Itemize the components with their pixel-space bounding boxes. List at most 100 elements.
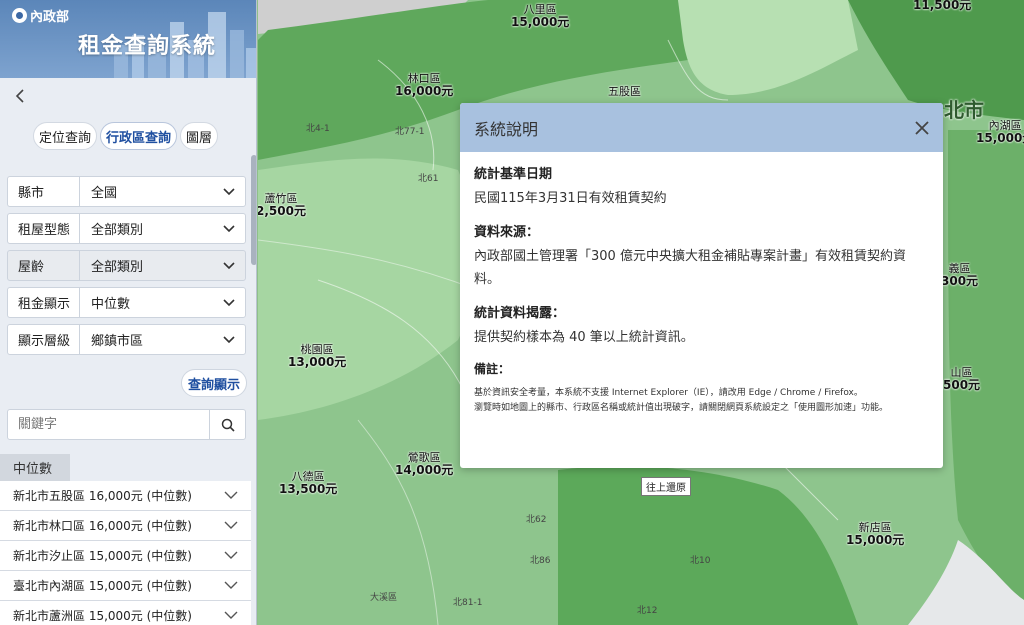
- chevron-down-icon: [223, 222, 245, 236]
- chevron-down-icon: [223, 259, 245, 273]
- chevron-down-icon: [224, 551, 238, 559]
- district-label[interactable]: 11,500元: [913, 0, 971, 12]
- emblem-icon: [12, 8, 27, 23]
- road-label: 大溪區: [370, 593, 398, 603]
- chevron-down-icon: [224, 491, 238, 499]
- district-label[interactable]: 鶯歌區 14,000元: [395, 451, 453, 477]
- filter-label: 縣市: [8, 177, 80, 206]
- search-button[interactable]: [209, 410, 245, 439]
- district-label[interactable]: 新店區 15,000元: [846, 521, 904, 547]
- query-display-button[interactable]: 查詢顯示: [181, 369, 248, 397]
- district-label[interactable]: 八德區 13,500元: [279, 470, 337, 496]
- district-name: 五股區: [608, 85, 641, 98]
- road-label: 北86: [530, 556, 551, 566]
- filter-value: 全部類別: [91, 260, 144, 275]
- filter-label: 顯示層級: [8, 325, 80, 354]
- road-label: 北62: [526, 515, 547, 525]
- list-item[interactable]: 新北市蘆洲區 15,000元 (中位數): [0, 601, 251, 625]
- search-icon: [221, 418, 235, 432]
- results-header: 中位數: [0, 454, 70, 481]
- filter-value: 中位數: [91, 297, 131, 312]
- logo-text: 內政部: [30, 10, 70, 25]
- section-text: 提供契約樣本為 40 筆以上統計資訊。: [474, 330, 694, 345]
- city-label: 北市: [944, 98, 984, 122]
- chevron-down-icon: [224, 611, 238, 619]
- district-label[interactable]: 林口區 16,000元: [395, 72, 453, 98]
- tab-layers[interactable]: 圖層: [180, 122, 219, 150]
- filter-label: 租金顯示: [8, 288, 80, 317]
- chevron-down-icon: [223, 296, 245, 310]
- district-price: 15,000元: [846, 533, 905, 547]
- keyword-input[interactable]: [8, 410, 209, 439]
- tab-district-query[interactable]: 行政區查詢: [100, 122, 178, 150]
- district-price: 13,500元: [279, 482, 338, 496]
- filter-rental-type[interactable]: 租屋型態 全部類別: [7, 213, 246, 244]
- district-price: 14,000元: [395, 463, 454, 477]
- dialog-body: 統計基準日期 民國115年3月31日有效租賃契約 資料來源： 內政部國土管理署「…: [460, 152, 943, 427]
- district-label[interactable]: 蘆竹區 2,500元: [258, 192, 306, 218]
- list-item[interactable]: 新北市林口區 16,000元 (中位數): [0, 511, 251, 541]
- filter-value: 鄉鎮市區: [91, 334, 144, 349]
- list-item[interactable]: 新北市五股區 16,000元 (中位數): [0, 481, 251, 511]
- note-title: 備註：: [474, 362, 511, 376]
- district-label[interactable]: 八里區 15,000元: [511, 3, 569, 29]
- section-text: 內政部國土管理署「300 億元中央擴大租金補貼專案計畫」有效租賃契約資料。: [474, 249, 906, 287]
- list-item[interactable]: 新北市汐止區 15,000元 (中位數): [0, 541, 251, 571]
- app-title: 租金查詢系統: [78, 34, 217, 59]
- query-mode-tabs: 定位查詢 行政區查詢 圖層: [33, 122, 219, 150]
- road-label: 北12: [637, 606, 658, 616]
- keyword-search: [7, 409, 246, 440]
- close-icon[interactable]: [913, 119, 931, 137]
- dialog-title: 系統說明: [474, 119, 539, 139]
- road-label: 北10: [690, 556, 711, 566]
- section-text: 民國115年3月31日有效租賃契約: [474, 191, 667, 206]
- district-label[interactable]: 山區 500元: [943, 366, 980, 392]
- ministry-logo: 內政部: [12, 6, 69, 25]
- district-price: 15,000元: [511, 15, 570, 29]
- chevron-down-icon: [224, 521, 238, 529]
- road-label: 北61: [418, 174, 439, 184]
- note-text: 基於資訊安全考量，本系統不支援 Internet Explorer（IE），請改…: [474, 386, 929, 416]
- result-text: 新北市五股區 16,000元 (中位數): [13, 489, 192, 503]
- district-price: 300元: [941, 274, 979, 288]
- filter-county[interactable]: 縣市 全國: [7, 176, 246, 207]
- district-price: 13,000元: [288, 355, 347, 369]
- chevron-down-icon: [224, 581, 238, 589]
- dialog-header: 系統說明: [460, 103, 943, 152]
- district-label[interactable]: 義區 300元: [941, 262, 978, 288]
- result-text: 新北市蘆洲區 15,000元 (中位數): [13, 609, 192, 623]
- filter-display-level[interactable]: 顯示層級 鄉鎮市區: [7, 324, 246, 355]
- collapse-sidebar-button[interactable]: [15, 88, 25, 107]
- section-title: 統計基準日期: [474, 167, 553, 182]
- district-price: 15,000元: [976, 131, 1024, 145]
- district-price: 16,000元: [395, 84, 454, 98]
- sidebar: 內政部 租金查詢系統 定位查詢 行政區查詢 圖層 縣市 全國 租屋型態 全部類別…: [0, 0, 257, 625]
- filter-rent-display[interactable]: 租金顯示 中位數: [7, 287, 246, 318]
- chevron-down-icon: [223, 333, 245, 347]
- result-text: 臺北市內湖區 15,000元 (中位數): [13, 579, 192, 593]
- nav-restore-tag[interactable]: 往上還原: [641, 477, 691, 496]
- road-label: 北81-1: [453, 598, 483, 608]
- road-label: 北77-1: [395, 127, 425, 137]
- district-price: 11,500元: [913, 0, 972, 12]
- district-price: 2,500元: [258, 204, 306, 218]
- filter-building-age[interactable]: 屋齡 全部類別: [7, 250, 246, 281]
- road-label: 北4-1: [306, 124, 330, 134]
- note-line: 基於資訊安全考量，本系統不支援 Internet Explorer（IE），請改…: [474, 388, 863, 398]
- filter-label: 租屋型態: [8, 214, 80, 243]
- sidebar-scrollbar[interactable]: [251, 155, 256, 265]
- tab-location-query[interactable]: 定位查詢: [33, 122, 98, 150]
- result-text: 新北市林口區 16,000元 (中位數): [13, 519, 192, 533]
- district-label[interactable]: 五股區: [608, 85, 641, 98]
- filter-value: 全部類別: [91, 223, 144, 238]
- district-label[interactable]: 內湖區 15,000元: [976, 119, 1024, 145]
- filter-value: 全國: [91, 186, 118, 201]
- result-text: 新北市汐止區 15,000元 (中位數): [13, 549, 192, 563]
- list-item[interactable]: 臺北市內湖區 15,000元 (中位數): [0, 571, 251, 601]
- section-title: 統計資料揭露：: [474, 306, 566, 321]
- district-label[interactable]: 桃園區 13,000元: [288, 343, 346, 369]
- filter-label: 屋齡: [8, 251, 80, 280]
- district-price: 500元: [943, 378, 981, 392]
- chevron-down-icon: [223, 185, 245, 199]
- system-info-dialog: 系統說明 統計基準日期 民國115年3月31日有效租賃契約 資料來源： 內政部國…: [460, 103, 943, 468]
